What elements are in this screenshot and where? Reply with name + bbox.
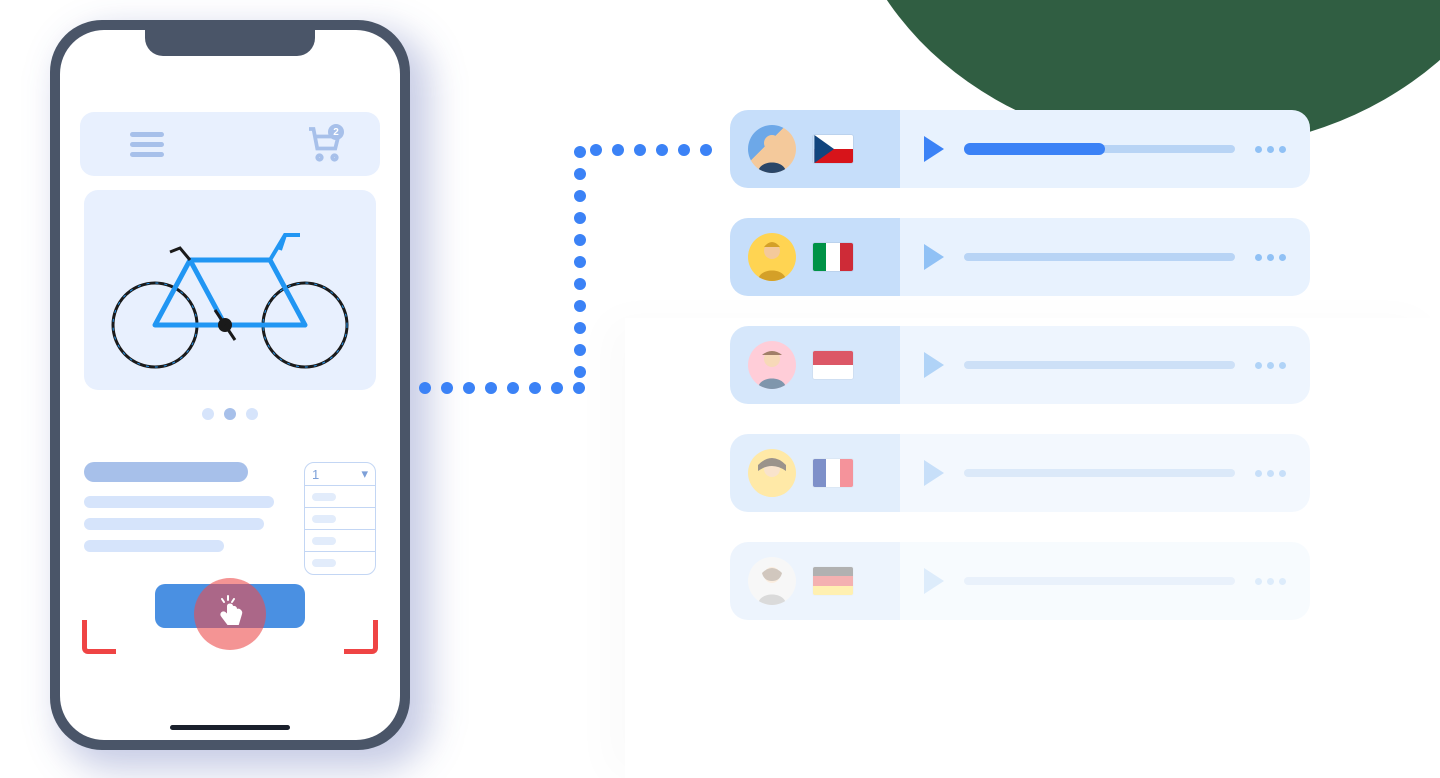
avatar — [748, 233, 796, 281]
more-icon[interactable] — [1255, 470, 1286, 477]
text-line — [84, 518, 264, 530]
play-icon[interactable] — [924, 136, 944, 162]
avatar — [748, 449, 796, 497]
dot-active[interactable] — [224, 408, 236, 420]
cart-button[interactable]: 2 — [306, 126, 342, 162]
avatar — [748, 557, 796, 605]
audio-progress[interactable] — [964, 253, 1235, 261]
product-image[interactable] — [84, 190, 376, 390]
tester-row-italy[interactable] — [730, 218, 1310, 296]
quantity-value: 1 — [312, 467, 319, 482]
dropdown-row[interactable] — [305, 508, 375, 530]
audio-progress[interactable] — [964, 577, 1235, 585]
app-header: 2 — [80, 112, 380, 176]
audio-progress[interactable] — [964, 361, 1235, 369]
avatar — [748, 341, 796, 389]
record-corner-br — [344, 620, 378, 654]
dropdown-row[interactable] — [305, 530, 375, 552]
phone-screen: 2 — [60, 30, 400, 740]
cart-badge: 2 — [328, 124, 344, 140]
audio-progress[interactable] — [964, 145, 1235, 153]
carousel-dots[interactable] — [202, 408, 258, 420]
play-icon[interactable] — [924, 568, 944, 594]
more-icon[interactable] — [1255, 254, 1286, 261]
tester-row-germany[interactable] — [730, 542, 1310, 620]
play-icon[interactable] — [924, 352, 944, 378]
tester-row-france[interactable] — [730, 434, 1310, 512]
tester-row-indonesia[interactable] — [730, 326, 1310, 404]
more-icon[interactable] — [1255, 146, 1286, 153]
tester-list — [730, 110, 1310, 620]
quantity-dropdown[interactable]: 1 ▾ — [304, 462, 376, 575]
play-icon[interactable] — [924, 460, 944, 486]
avatar — [748, 125, 796, 173]
more-icon[interactable] — [1255, 578, 1286, 585]
tester-row-czech[interactable] — [730, 110, 1310, 188]
phone-frame: 2 — [50, 20, 410, 750]
chevron-down-icon: ▾ — [361, 466, 368, 482]
dropdown-row[interactable] — [305, 552, 375, 574]
product-description: 1 ▾ — [84, 462, 376, 575]
flag-italy-icon — [812, 242, 854, 272]
bicycle-icon — [95, 210, 365, 370]
flag-germany-icon — [812, 566, 854, 596]
more-icon[interactable] — [1255, 362, 1286, 369]
flag-czech-icon — [812, 134, 854, 164]
tap-gesture-icon — [194, 578, 266, 650]
play-icon[interactable] — [924, 244, 944, 270]
flag-france-icon — [812, 458, 854, 488]
record-corner-bl — [82, 620, 116, 654]
home-indicator[interactable] — [170, 725, 290, 730]
flag-indonesia-icon — [812, 350, 854, 380]
dropdown-row[interactable] — [305, 486, 375, 508]
product-title-placeholder — [84, 462, 248, 482]
dot[interactable] — [202, 408, 214, 420]
dot[interactable] — [246, 408, 258, 420]
hamburger-menu-icon[interactable] — [130, 132, 164, 157]
audio-progress[interactable] — [964, 469, 1235, 477]
text-line — [84, 496, 274, 508]
text-line — [84, 540, 224, 552]
phone-notch — [145, 30, 315, 56]
